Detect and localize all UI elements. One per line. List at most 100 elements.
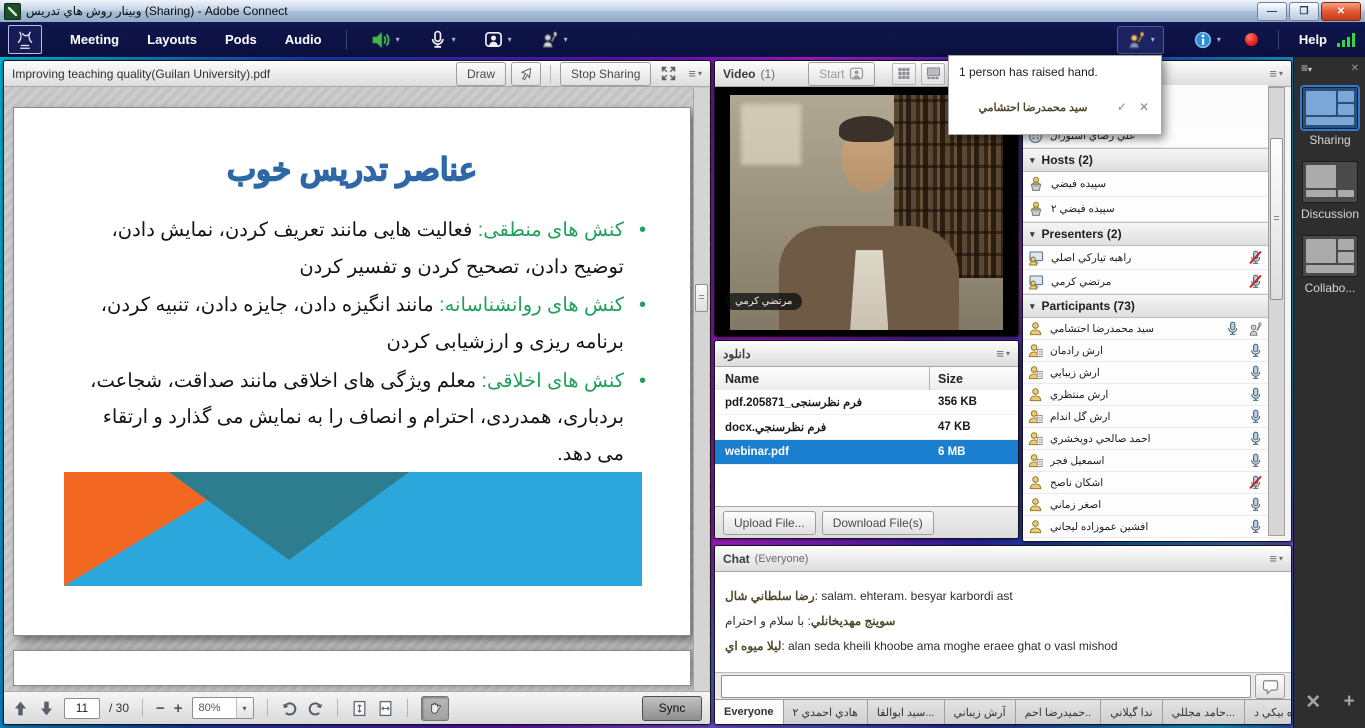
rotate-right-button[interactable] <box>307 700 324 717</box>
zoom-level-value: 80% <box>193 702 236 714</box>
file-row[interactable]: فرم نظرسنجی_205871.pdf 356 KB <box>715 390 1018 415</box>
attendee-row[interactable]: سيد محمدرضا احتشامي <box>1023 318 1268 340</box>
menu-audio[interactable]: Audio <box>271 32 336 47</box>
attendee-name: اصغر زماني <box>1050 499 1241 511</box>
layout-collaboration-button[interactable] <box>1302 235 1358 277</box>
raised-hand-status-button[interactable]: ▾ <box>1117 26 1164 54</box>
close-pod-icon[interactable]: ✕ <box>1305 691 1321 714</box>
stop-sharing-button[interactable]: Stop Sharing <box>560 62 651 86</box>
dismiss-x-icon[interactable]: ✕ <box>1139 100 1149 114</box>
column-size[interactable]: Size <box>929 367 1018 390</box>
webcam-button[interactable]: ▾ <box>476 27 520 52</box>
collapse-triangle-icon[interactable]: ▾ <box>1030 229 1035 240</box>
attendee-row[interactable]: راهبه تياركي اصلي <box>1023 246 1268 270</box>
attendees-scrollbar[interactable] <box>1268 87 1285 536</box>
chat-tab[interactable]: ...حميده بيكي د <box>1245 700 1292 724</box>
send-message-button[interactable] <box>1255 674 1285 699</box>
chat-tab[interactable]: آرش زيباني <box>945 700 1016 724</box>
collapse-triangle-icon[interactable]: ▾ <box>1030 155 1035 166</box>
attendee-row[interactable]: اشكان ناصح <box>1023 472 1268 494</box>
fit-width-button[interactable] <box>377 700 394 717</box>
chat-pod-title: Chat <box>723 552 750 566</box>
attendee-row[interactable]: آرش زيبايي <box>1023 362 1268 384</box>
chat-tab-everyone[interactable]: Everyone <box>715 700 784 724</box>
chevron-down-icon[interactable]: ▾ <box>508 35 512 44</box>
chevron-down-icon[interactable]: ▾ <box>1151 35 1155 44</box>
files-pod-menu[interactable]: ≡▾ <box>996 346 1010 361</box>
column-name[interactable]: Name <box>715 372 929 386</box>
attendee-row[interactable]: آرش منتظري <box>1023 384 1268 406</box>
pointer-tool-button[interactable] <box>511 62 541 86</box>
attendees-pod-menu[interactable]: ≡▾ <box>1269 66 1283 81</box>
zoom-out-button[interactable]: − <box>156 700 165 717</box>
sidebar-close-icon[interactable]: ✕ <box>1351 63 1359 74</box>
microphone-button[interactable]: ▾ <box>420 27 464 52</box>
collapse-triangle-icon[interactable]: ▾ <box>1030 301 1035 312</box>
approve-check-icon[interactable]: ✓ <box>1117 100 1127 114</box>
attendee-row[interactable]: اسمعيل فجر <box>1023 450 1268 472</box>
chat-tab[interactable]: ندا گيلاني <box>1101 700 1162 724</box>
connection-info-button[interactable]: ▾ <box>1186 28 1229 52</box>
start-webcam-button[interactable]: Start <box>808 62 875 86</box>
pan-tool-button[interactable] <box>421 696 449 721</box>
zoom-in-button[interactable]: + <box>174 700 183 717</box>
fullscreen-icon[interactable] <box>660 65 677 82</box>
chevron-down-icon[interactable]: ▾ <box>1217 35 1221 44</box>
close-button[interactable]: ✕ <box>1321 2 1361 21</box>
previous-page-button[interactable] <box>12 700 29 717</box>
chevron-down-icon[interactable]: ▾ <box>564 35 568 44</box>
chat-tab[interactable]: ..حميدرضا احم <box>1016 700 1102 724</box>
chevron-down-icon[interactable]: ▾ <box>452 35 456 44</box>
section-presenters[interactable]: ▾ Presenters (2) <box>1023 222 1268 246</box>
section-hosts[interactable]: ▾ Hosts (2) <box>1023 148 1268 172</box>
chat-input[interactable] <box>721 675 1251 698</box>
share-scrollbar[interactable] <box>693 88 709 691</box>
chat-pod-menu[interactable]: ≡▾ <box>1269 551 1283 566</box>
filmstrip-view-button[interactable] <box>921 63 945 85</box>
menu-pods[interactable]: Pods <box>211 32 271 47</box>
minimize-button[interactable]: — <box>1257 2 1287 21</box>
attendee-row[interactable]: آرش گل اندام <box>1023 406 1268 428</box>
chat-input-row <box>715 673 1291 700</box>
page-number-input[interactable]: 11 <box>64 698 100 719</box>
attendee-row[interactable]: مرتضي كرمي <box>1023 270 1268 294</box>
add-layout-icon[interactable]: + <box>1344 691 1355 714</box>
sidebar-menu[interactable]: ≡▾ <box>1301 61 1312 75</box>
upload-file-button[interactable]: Upload File... <box>723 511 816 535</box>
attendee-row[interactable]: سپيده فيضي <box>1023 172 1268 197</box>
speaker-button[interactable]: ▾ <box>363 27 408 53</box>
attendees-scrollbar-thumb[interactable] <box>1270 138 1283 300</box>
layout-discussion-button[interactable] <box>1302 161 1358 203</box>
webcam-icon <box>849 66 864 81</box>
menu-meeting[interactable]: Meeting <box>56 32 133 47</box>
section-participants[interactable]: ▾ Participants (73) <box>1023 294 1268 318</box>
share-scrollbar-thumb[interactable] <box>695 284 708 312</box>
layout-sharing-button[interactable] <box>1302 87 1358 129</box>
download-files-button[interactable]: Download File(s) <box>822 511 934 535</box>
chat-tab[interactable]: ...حامد مجللي <box>1163 700 1246 724</box>
attendee-row[interactable]: الهام حسيني لياسر <box>1023 538 1268 542</box>
help-menu[interactable]: Help <box>1299 32 1327 47</box>
attendee-row[interactable]: آرش رادمان <box>1023 340 1268 362</box>
fit-page-button[interactable] <box>351 700 368 717</box>
attendee-row[interactable]: سپيده فيضي ۲ <box>1023 197 1268 222</box>
file-row[interactable]: فرم نظرسنجي.docx 47 KB <box>715 415 1018 440</box>
rotate-left-button[interactable] <box>281 700 298 717</box>
attendee-row[interactable]: افشين عموزاده ليجاني <box>1023 516 1268 538</box>
chat-tab[interactable]: ...سيد ابوالقا <box>868 700 945 724</box>
share-pod-menu[interactable]: ≡▾ <box>688 66 702 81</box>
chat-tab[interactable]: هادي احمدي ۲ <box>784 700 868 724</box>
status-button[interactable]: ▾ <box>532 27 576 52</box>
attendee-row[interactable]: اصغر زماني <box>1023 494 1268 516</box>
sync-button[interactable]: Sync <box>642 696 702 721</box>
grid-view-button[interactable] <box>892 63 916 85</box>
chevron-down-icon[interactable]: ▾ <box>236 698 253 718</box>
chevron-down-icon[interactable]: ▾ <box>396 35 400 44</box>
zoom-level-select[interactable]: 80% ▾ <box>192 697 254 719</box>
draw-button[interactable]: Draw <box>456 62 506 86</box>
restore-button[interactable]: ❐ <box>1289 2 1319 21</box>
attendee-row[interactable]: احمد صالحي دويخشري <box>1023 428 1268 450</box>
file-row-selected[interactable]: webinar.pdf 6 MB <box>715 440 1018 465</box>
next-page-button[interactable] <box>38 700 55 717</box>
menu-layouts[interactable]: Layouts <box>133 32 211 47</box>
